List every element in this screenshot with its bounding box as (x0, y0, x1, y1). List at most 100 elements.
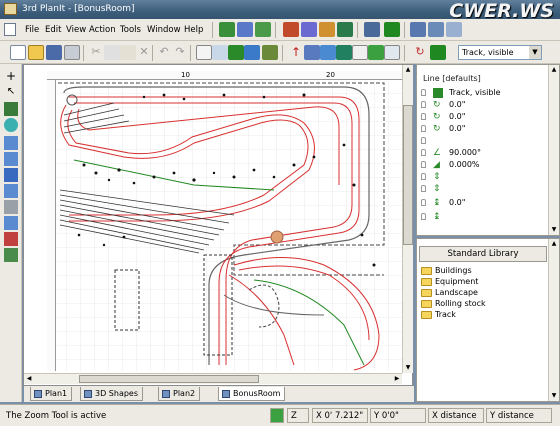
undo-icon[interactable]: ↶ (156, 45, 172, 60)
scroll-up-icon[interactable]: ▲ (549, 65, 559, 75)
grid-tool-icon[interactable] (384, 22, 400, 37)
menu-edit[interactable]: Edit (45, 25, 61, 35)
prop-row[interactable]: ↻ 0.0" (417, 99, 549, 111)
paste-icon[interactable] (120, 45, 136, 60)
prop-row[interactable]: Track, visible (417, 87, 549, 99)
tile-icon[interactable] (428, 22, 444, 37)
lock-icon[interactable] (421, 137, 426, 144)
elevation-tool-icon[interactable] (337, 22, 353, 37)
menu-action[interactable]: Action (89, 25, 116, 35)
horizontal-scroll-thumb[interactable] (79, 375, 259, 383)
zoom-in-icon[interactable] (4, 136, 18, 150)
menu-file[interactable]: File (25, 25, 39, 35)
prop-row[interactable] (417, 135, 549, 147)
document-icon[interactable] (4, 23, 16, 36)
lock-icon[interactable] (421, 101, 426, 108)
tab-plan1[interactable]: Plan1 (30, 387, 73, 401)
lock-icon[interactable] (421, 125, 426, 132)
scroll-right-icon[interactable]: ▶ (392, 374, 402, 384)
lock-icon[interactable] (421, 149, 426, 156)
prop-row[interactable]: ↨ 0.0" (417, 197, 549, 209)
z-toggle[interactable]: Z (287, 408, 309, 423)
node-icon[interactable] (4, 216, 18, 230)
track-icon[interactable] (228, 45, 244, 60)
image-icon[interactable] (384, 45, 400, 60)
zoom-tool-icon[interactable] (4, 118, 18, 132)
arrow-tool-icon[interactable] (4, 200, 18, 214)
library-scrollbar[interactable]: ▲ ▼ (548, 239, 559, 401)
properties-scrollbar[interactable]: ▲ ▼ (548, 65, 559, 235)
rotate-icon[interactable] (244, 45, 260, 60)
lock-icon[interactable] (421, 185, 426, 192)
grid-icon[interactable] (196, 45, 212, 60)
green-track-icon[interactable] (430, 45, 446, 60)
join-icon[interactable] (4, 248, 18, 262)
align-icon[interactable] (304, 45, 320, 60)
arrow-up-icon[interactable]: ↑ (288, 45, 304, 60)
refresh-icon[interactable] (255, 22, 271, 37)
table-icon[interactable] (212, 45, 228, 60)
scroll-down-icon[interactable]: ▼ (403, 363, 413, 373)
window-icon[interactable] (410, 22, 426, 37)
turnout-icon[interactable] (301, 22, 317, 37)
print-icon[interactable] (64, 45, 80, 60)
distribute-icon[interactable] (320, 45, 336, 60)
chevron-down-icon[interactable]: ▼ (529, 46, 541, 59)
prop-row[interactable]: ↨ (417, 211, 549, 223)
line-tool-icon[interactable] (4, 102, 18, 116)
curve-icon[interactable] (319, 22, 335, 37)
pointer-icon[interactable]: ↖ (4, 86, 18, 100)
lock-icon[interactable] (421, 199, 426, 206)
scroll-down-icon[interactable]: ▼ (549, 391, 559, 401)
scroll-up-icon[interactable]: ▲ (549, 239, 559, 249)
measure-icon[interactable] (4, 184, 18, 198)
tab-3d-shapes[interactable]: 3D Shapes (80, 387, 144, 401)
zoom-out-icon[interactable] (4, 152, 18, 166)
tab-bonusroom[interactable]: BonusRoom (218, 387, 286, 401)
menu-view[interactable]: View (66, 25, 86, 35)
scroll-down-icon[interactable]: ▼ (549, 225, 559, 235)
scroll-left-icon[interactable]: ◀ (24, 374, 34, 384)
library-header[interactable]: Standard Library (419, 246, 547, 262)
plan-canvas[interactable] (23, 64, 413, 386)
new-file-icon[interactable] (10, 45, 26, 60)
menu-tools[interactable]: Tools (120, 25, 141, 35)
cascade-icon[interactable] (446, 22, 462, 37)
lock-icon[interactable] (421, 89, 426, 96)
tab-plan2[interactable]: Plan2 (158, 387, 201, 401)
menu-help[interactable]: Help (184, 25, 203, 35)
vertical-scrollbar[interactable]: ▲ ▼ (402, 65, 413, 373)
layout-tool-icon[interactable] (364, 22, 380, 37)
lock-icon[interactable] (421, 213, 426, 220)
track-tool-icon[interactable] (219, 22, 235, 37)
cut-track-icon[interactable] (4, 232, 18, 246)
copy-icon[interactable] (104, 45, 120, 60)
delete-icon[interactable]: ✕ (136, 45, 152, 60)
lock-icon[interactable] (421, 173, 426, 180)
layer-select[interactable]: Track, visible ▼ (458, 45, 542, 60)
lock-icon[interactable] (421, 161, 426, 168)
scroll-thumb[interactable] (403, 105, 413, 245)
view-icon[interactable] (352, 45, 368, 60)
plus-icon[interactable] (368, 45, 384, 60)
lock-icon[interactable] (421, 113, 426, 120)
scroll-up-icon[interactable]: ▲ (403, 65, 413, 75)
prop-row[interactable]: ⇕ (417, 171, 549, 183)
prop-row[interactable]: ↻ 0.0" (417, 111, 549, 123)
menu-window[interactable]: Window (147, 25, 181, 35)
select-tool-icon[interactable] (237, 22, 253, 37)
open-folder-icon[interactable] (28, 45, 44, 60)
save-icon[interactable] (46, 45, 62, 60)
flex-track-icon[interactable] (283, 22, 299, 37)
connect-icon[interactable]: ↻ (412, 45, 428, 60)
crosshair-icon[interactable]: + (4, 70, 18, 84)
prop-row[interactable]: ◢ 0.000% (417, 159, 549, 171)
horizontal-scrollbar[interactable]: ◀ ▶ (24, 373, 402, 384)
layer-icon[interactable] (336, 45, 352, 60)
bridge-icon[interactable] (262, 45, 278, 60)
cut-icon[interactable]: ✂ (88, 45, 104, 60)
prop-row[interactable]: ∠ 90.000° (417, 147, 549, 159)
prop-row[interactable]: ↻ 0.0" (417, 123, 549, 135)
redo-icon[interactable]: ↷ (172, 45, 188, 60)
pan-icon[interactable] (4, 168, 18, 182)
